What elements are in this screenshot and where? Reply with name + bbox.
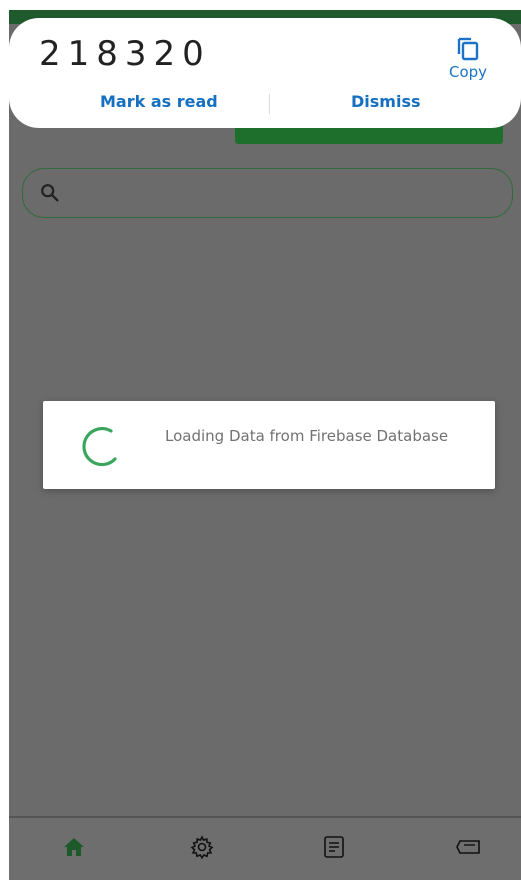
document-icon [323,835,345,863]
search-icon [39,182,61,204]
gear-icon [190,835,214,863]
nav-tickets[interactable] [453,834,483,864]
mark-as-read-button[interactable]: Mark as read [100,92,218,111]
nav-documents[interactable] [319,834,349,864]
copy-icon [443,36,493,62]
bottom-navigation [9,816,521,880]
loading-dialog: Loading Data from Firebase Database [43,401,495,489]
copy-button[interactable]: Copy [443,36,493,86]
nav-settings[interactable] [187,834,217,864]
otp-code: 218320 [39,34,211,74]
home-icon [63,837,85,861]
ticket-icon [455,838,481,860]
dismiss-button[interactable]: Dismiss [351,92,421,111]
search-input[interactable] [22,168,513,218]
copy-label: Copy [448,63,488,81]
loading-spinner-icon [82,427,117,467]
nav-home[interactable] [59,834,89,864]
otp-notification-card: 218320 Copy Mark as read Dismiss [9,18,521,128]
actions-divider [269,94,270,114]
notification-actions: Mark as read Dismiss [9,92,521,118]
loading-message: Loading Data from Firebase Database [165,427,449,445]
